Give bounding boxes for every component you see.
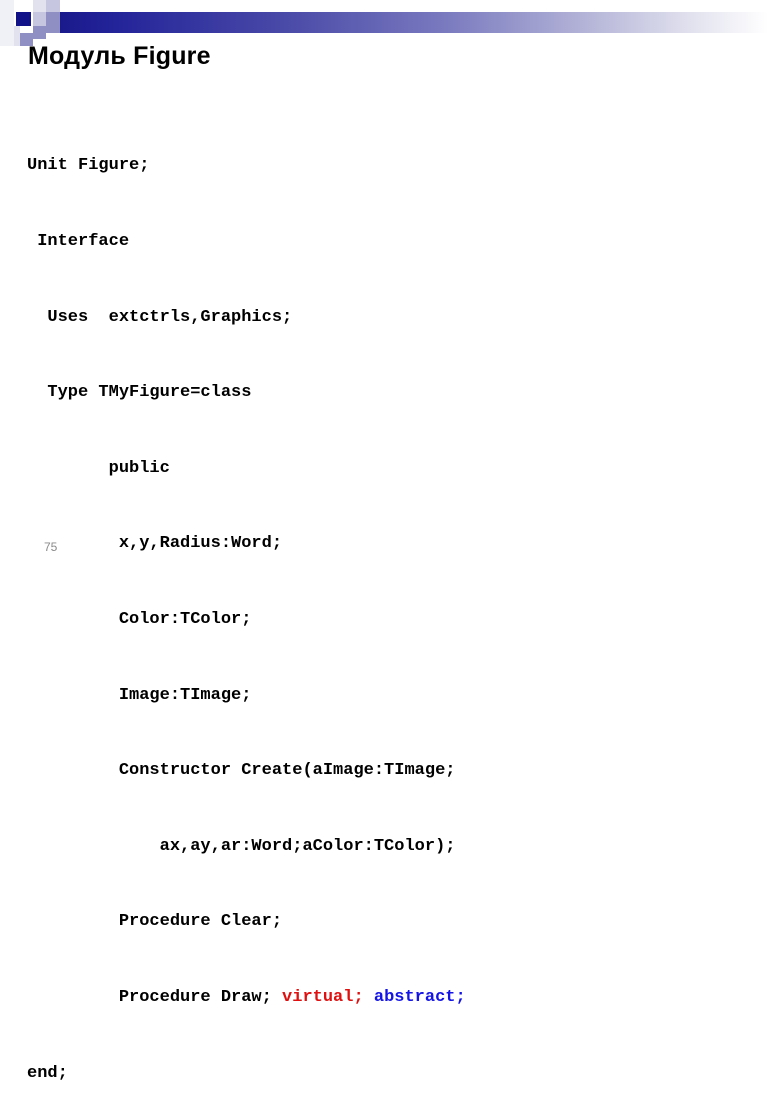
decor-square-light-mid <box>33 12 46 26</box>
decor-square-pale-bottom <box>14 26 20 46</box>
code-line: end; <box>27 1063 68 1083</box>
decor-square-pale-top <box>33 0 46 12</box>
code-line: Interface <box>27 232 130 251</box>
page-number: 75 <box>44 540 58 554</box>
header-gradient-bar <box>60 12 768 33</box>
code-line: Color:TColor; <box>27 609 252 629</box>
keyword-abstract: abstract; <box>373 987 466 1007</box>
page-title: Модуль Figure <box>28 42 211 70</box>
decor-square-light-top <box>46 0 60 12</box>
code-line: public <box>27 458 170 478</box>
keyword-virtual: virtual; <box>282 987 364 1007</box>
decor-square-mid-lower-b <box>46 26 60 33</box>
code-line: Procedure Clear; <box>27 912 283 932</box>
decor-square-mid-lower-a <box>33 26 46 39</box>
code-line: x,y,Radius:Word; <box>27 534 283 554</box>
code-line: ax,ay,ar:Word;aColor:TColor); <box>27 836 456 856</box>
header-decoration <box>0 0 768 46</box>
decor-square-mid-upper <box>46 12 60 26</box>
decor-square-backdrop-left <box>0 0 14 46</box>
code-text-space <box>364 988 374 1007</box>
code-line: Unit Figure; <box>27 156 150 176</box>
code-line-highlighted: Procedure Draw; virtual; abstract; <box>27 985 737 1010</box>
code-line: Uses extctrls,Graphics; <box>27 307 293 327</box>
code-text-plain: Procedure Draw; <box>27 987 283 1007</box>
code-line: Constructor Create(aImage:TImage; <box>27 761 456 781</box>
decor-square-dark-accent <box>16 12 31 26</box>
code-block: Unit Figure; Interface Uses extctrls,Gra… <box>27 103 737 1111</box>
code-line: Type TMyFigure=class <box>27 383 252 403</box>
code-line: Image:TImage; <box>27 685 252 705</box>
